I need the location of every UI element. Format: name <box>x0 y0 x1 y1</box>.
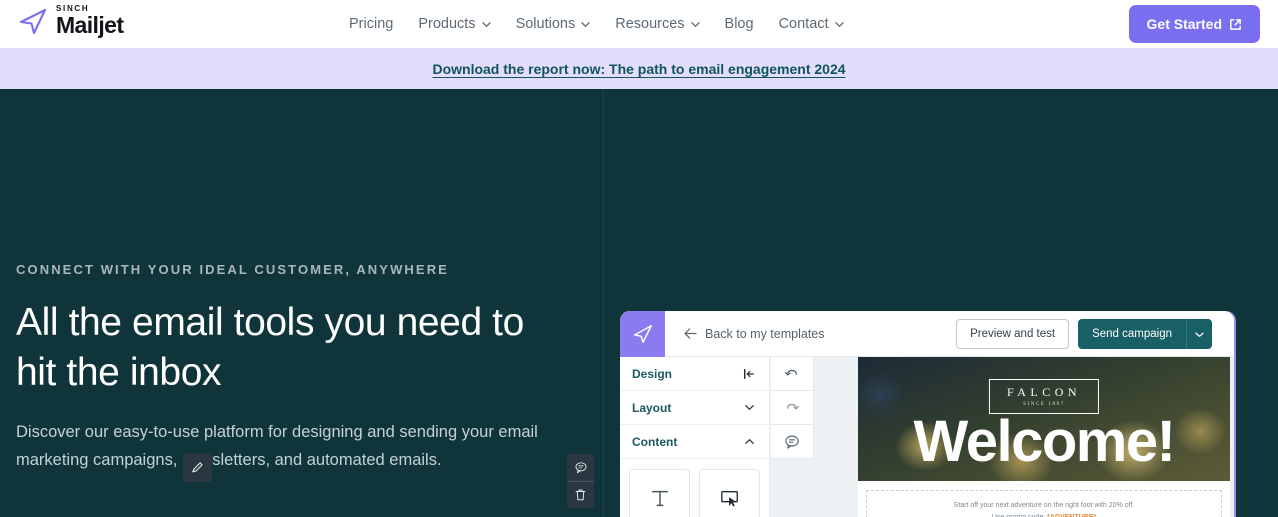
editor-body: Design Layout Content FALCON SINCE 1897 … <box>620 357 1234 517</box>
hero-vertical-divider <box>603 89 604 517</box>
hero-heading: All the email tools you need to hit the … <box>16 301 524 394</box>
nav-item-blog[interactable]: Blog <box>725 16 754 32</box>
editor-tool-rail <box>771 357 814 517</box>
edit-block-fab[interactable] <box>183 453 212 482</box>
get-started-label: Get Started <box>1146 16 1222 32</box>
send-campaign-group: Send campaign <box>1078 319 1212 349</box>
send-campaign-dropdown-button[interactable] <box>1186 319 1212 349</box>
email-headline[interactable]: Welcome! <box>914 413 1176 471</box>
sidebar-section-label: Content <box>632 434 678 449</box>
redo-arrow-icon <box>784 401 800 415</box>
comment-bubble-icon <box>784 434 800 449</box>
block-action-fabs <box>567 454 594 508</box>
collapse-panel-icon <box>743 368 755 380</box>
nav-item-label: Blog <box>724 16 754 32</box>
announcement-banner-link[interactable]: Download the report now: The path to ema… <box>432 61 845 77</box>
send-campaign-button[interactable]: Send campaign <box>1078 319 1186 349</box>
back-to-templates-label: Back to my templates <box>705 326 825 341</box>
brand-mailjet-label: Mailjet <box>56 12 124 38</box>
email-promo-line-1: Start off your next adventure on the rig… <box>953 502 1135 509</box>
email-brand-name: FALCON <box>1006 385 1082 399</box>
cursor-button-icon <box>719 488 741 508</box>
preview-and-test-button[interactable]: Preview and test <box>956 319 1070 349</box>
brand-logo[interactable]: SINCH Mailjet <box>18 5 124 38</box>
top-navigation-bar: SINCH Mailjet Pricing Products Solutions <box>0 0 1278 48</box>
nav-item-label: Products <box>418 16 476 32</box>
arrow-left-icon <box>684 328 697 339</box>
chevron-down-icon <box>744 402 755 413</box>
text-t-icon <box>649 487 671 509</box>
get-started-button[interactable]: Get Started <box>1128 5 1260 43</box>
email-promo-line-2: Use promo code: *ADVENTURE* <box>873 512 1215 517</box>
editor-sidebar: Design Layout Content <box>620 357 770 517</box>
nav-item-label: Solutions <box>515 16 576 32</box>
chevron-up-icon <box>744 436 755 447</box>
nav-item-resources[interactable]: Resources <box>615 16 700 32</box>
undo-button[interactable] <box>771 357 814 391</box>
back-to-templates-link[interactable]: Back to my templates <box>684 327 825 341</box>
sidebar-section-design[interactable]: Design <box>620 357 769 391</box>
hero-subtext: Discover our easy-to-use platform for de… <box>16 423 538 469</box>
undo-arrow-icon <box>784 367 800 381</box>
comment-bubble-icon <box>574 461 588 474</box>
nav-item-products[interactable]: Products <box>418 16 491 32</box>
nav-item-solutions[interactable]: Solutions <box>516 16 591 32</box>
email-hero-image[interactable]: FALCON SINCE 1897 Welcome! <box>858 357 1230 481</box>
hero-eyebrow: CONNECT WITH YOUR IDEAL CUSTOMER, ANYWHE… <box>16 262 449 277</box>
email-brand-since: SINCE 1897 <box>1023 402 1065 407</box>
sidebar-section-label: Design <box>632 366 673 381</box>
hero-section: CONNECT WITH YOUR IDEAL CUSTOMER, ANYWHE… <box>0 89 1278 517</box>
chevron-down-icon <box>690 20 700 29</box>
sidebar-section-label: Layout <box>632 400 672 415</box>
chevron-down-icon <box>1195 330 1204 339</box>
chevron-down-icon <box>834 20 844 29</box>
content-block-text[interactable] <box>629 469 690 517</box>
paper-plane-icon <box>632 323 654 345</box>
hero-copy: CONNECT WITH YOUR IDEAL CUSTOMER, ANYWHE… <box>16 258 546 474</box>
nav-item-label: Pricing <box>349 16 394 32</box>
chevron-down-icon <box>581 20 590 29</box>
pencil-edit-icon <box>190 460 205 475</box>
email-preview: FALCON SINCE 1897 Welcome! Start off you… <box>858 357 1230 517</box>
nav-item-contact[interactable]: Contact <box>779 16 844 32</box>
block-delete-button[interactable] <box>567 481 594 508</box>
email-body: Start off your next adventure on the rig… <box>858 481 1230 517</box>
editor-canvas: FALCON SINCE 1897 Welcome! Start off you… <box>814 357 1234 517</box>
paper-plane-icon <box>18 6 48 36</box>
email-promo-block[interactable]: Start off your next adventure on the rig… <box>866 490 1222 517</box>
sidebar-section-layout[interactable]: Layout <box>620 391 769 425</box>
external-link-icon <box>1229 18 1242 31</box>
nav-item-label: Resources <box>615 16 685 32</box>
page-root: SINCH Mailjet Pricing Products Solutions <box>0 0 1278 517</box>
comments-button[interactable] <box>771 425 814 459</box>
redo-button[interactable] <box>771 391 814 425</box>
editor-topbar: Back to my templates Preview and test Se… <box>620 311 1234 357</box>
nav-item-label: Contact <box>778 16 829 32</box>
content-block-palette <box>620 459 769 517</box>
content-block-button[interactable] <box>699 469 760 517</box>
nav-links: Pricing Products Solutions Resources Blo… <box>349 0 844 48</box>
editor-actions: Preview and test Send campaign <box>956 319 1212 349</box>
announcement-banner: Download the report now: The path to ema… <box>0 48 1278 89</box>
sidebar-section-content[interactable]: Content <box>620 425 769 459</box>
nav-item-pricing[interactable]: Pricing <box>349 16 393 32</box>
trash-icon <box>574 488 587 502</box>
chevron-down-icon <box>481 20 491 29</box>
editor-logo[interactable] <box>620 311 665 357</box>
email-editor-mockup: Back to my templates Preview and test Se… <box>620 311 1234 517</box>
block-comment-button[interactable] <box>567 454 594 481</box>
